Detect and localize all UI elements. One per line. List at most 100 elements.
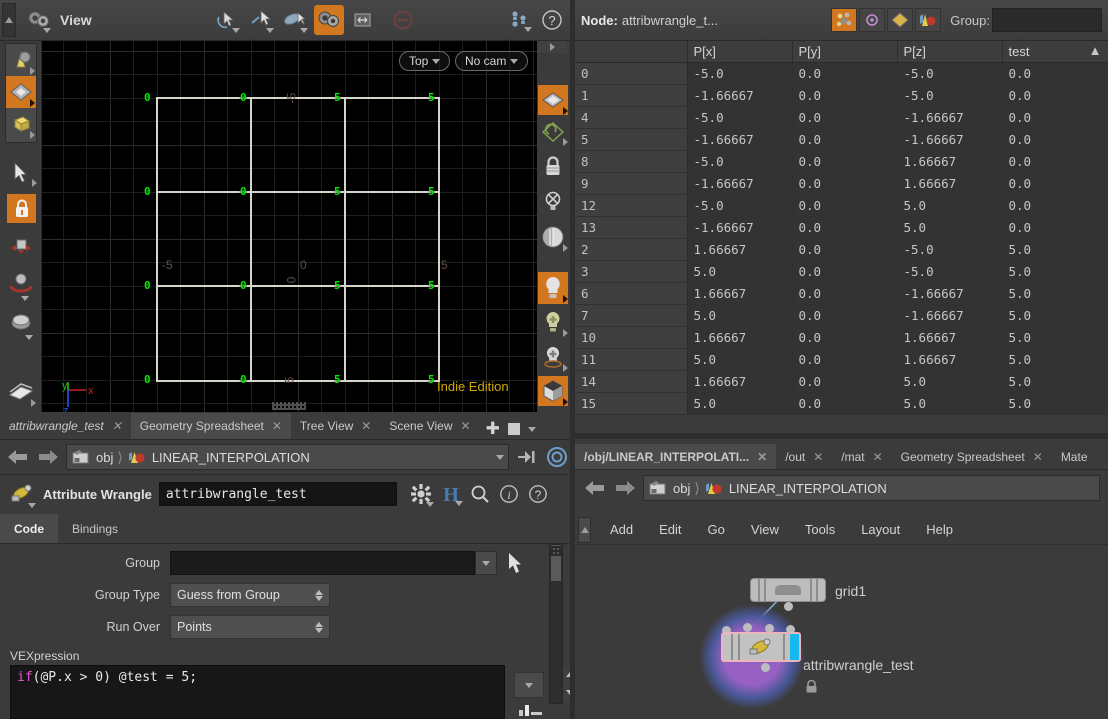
table-row[interactable]: 5 -1.66667 0.0 -1.66667 0.0 — [575, 128, 1108, 151]
facet-shaded-icon[interactable] — [6, 76, 36, 108]
geometry-spreadsheet[interactable]: P[x] P[y] P[z] test ▲ 0 -5.0 0.0 -5.0 0.0 1 -1.666… — [575, 41, 1108, 431]
network-tab-1[interactable]: /out ✕ — [776, 444, 833, 469]
close-icon[interactable]: ✕ — [112, 419, 122, 433]
light-dim-icon[interactable] — [538, 306, 568, 338]
table-cell[interactable]: 5.0 — [897, 370, 1003, 393]
shaded-display-icon[interactable] — [538, 85, 568, 115]
row-index-cell[interactable]: 13 — [575, 216, 688, 239]
tab-geometry-spreadsheet[interactable]: Geometry Spreadsheet ✕ — [130, 413, 291, 439]
table-cell[interactable]: 5.0 — [687, 392, 793, 415]
table-cell[interactable]: 0.0 — [792, 194, 898, 217]
table-cell[interactable]: 5.0 — [1002, 282, 1108, 305]
table-cell[interactable]: 5.0 — [897, 194, 1003, 217]
table-row[interactable]: 13 -1.66667 0.0 5.0 0.0 — [575, 216, 1108, 239]
table-row[interactable]: 0 -5.0 0.0 -5.0 0.0 — [575, 62, 1108, 85]
table-row[interactable]: 4 -5.0 0.0 -1.66667 0.0 — [575, 106, 1108, 129]
table-cell[interactable]: 0.0 — [1002, 216, 1108, 239]
viewport-gl-canvas[interactable]: -5 0 5 -5 0 5 0055005500550055 x y z Top — [42, 41, 537, 412]
table-cell[interactable]: -1.66667 — [687, 172, 793, 195]
table-cell[interactable]: -5.0 — [897, 260, 1003, 283]
table-cell[interactable]: 5.0 — [1002, 348, 1108, 371]
table-cell[interactable]: -1.66667 — [897, 128, 1003, 151]
row-index-cell[interactable]: 10 — [575, 326, 688, 349]
table-cell[interactable]: 0.0 — [792, 172, 898, 195]
display-options-icon[interactable] — [505, 6, 533, 34]
table-cell[interactable]: 0.0 — [792, 62, 898, 85]
paper-stack-icon[interactable] — [5, 376, 37, 408]
table-cell[interactable]: 0.0 — [792, 304, 898, 327]
network-tab-0[interactable]: /obj/LINEAR_INTERPOLATI... ✕ — [575, 444, 777, 469]
node-input-connector[interactable] — [743, 623, 752, 632]
table-cell[interactable]: 0.0 — [1002, 106, 1108, 129]
close-icon[interactable]: ✕ — [757, 450, 767, 464]
row-index-cell[interactable]: 15 — [575, 392, 688, 415]
table-cell[interactable]: -1.66667 — [687, 128, 793, 151]
table-cell[interactable]: -5.0 — [897, 238, 1003, 261]
vexpression-dropdown-button[interactable] — [514, 672, 544, 698]
table-cell[interactable]: -5.0 — [897, 84, 1003, 107]
tab-tree-view[interactable]: Tree View ✕ — [290, 413, 381, 439]
network-menu-view[interactable]: View — [738, 516, 792, 544]
table-cell[interactable]: 0.0 — [1002, 172, 1108, 195]
table-cell[interactable]: 5.0 — [1002, 370, 1108, 393]
lock-icon[interactable] — [538, 151, 568, 183]
points-mode-icon[interactable] — [831, 8, 858, 32]
horizontal-split-divider[interactable] — [575, 433, 1108, 439]
table-cell[interactable]: 0.0 — [792, 238, 898, 261]
row-index-cell[interactable]: 14 — [575, 370, 688, 393]
close-icon[interactable]: ✕ — [1033, 450, 1043, 464]
column-header-Px[interactable]: P[x] — [687, 41, 793, 63]
lock-icon[interactable] — [804, 679, 819, 694]
camera-orbit-icon[interactable] — [313, 5, 344, 35]
row-index-cell[interactable]: 4 — [575, 106, 688, 129]
table-row[interactable]: 6 1.66667 0.0 -1.66667 5.0 — [575, 282, 1108, 305]
table-row[interactable]: 11 5.0 0.0 1.66667 5.0 — [575, 348, 1108, 371]
table-cell[interactable]: 0.0 — [1002, 150, 1108, 173]
table-cell[interactable]: 0.0 — [1002, 194, 1108, 217]
table-cell[interactable]: 0.0 — [792, 216, 898, 239]
breadcrumb-linear-interpolation[interactable]: LINEAR_INTERPOLATION — [704, 480, 887, 497]
table-cell[interactable]: -1.66667 — [687, 216, 793, 239]
viewport-resize-handle[interactable] — [272, 402, 306, 410]
table-cell[interactable]: -5.0 — [897, 62, 1003, 85]
toolbar-scroll-up-icon[interactable] — [537, 41, 567, 53]
network-path-field[interactable]: obj ⟩ LINEAR_INTERPOLATION — [643, 475, 1100, 501]
rotate-handle-icon[interactable] — [5, 264, 37, 302]
forward-arrow-icon[interactable] — [36, 445, 60, 469]
headlight-on-icon[interactable] — [538, 272, 568, 304]
table-cell[interactable]: 0.0 — [792, 84, 898, 107]
table-row[interactable]: 10 1.66667 0.0 1.66667 5.0 — [575, 326, 1108, 349]
row-index-cell[interactable]: 11 — [575, 348, 688, 371]
houdini-h-icon[interactable]: H — [441, 483, 463, 506]
table-row[interactable]: 12 -5.0 0.0 5.0 0.0 — [575, 194, 1108, 217]
help-icon[interactable]: ? — [539, 7, 565, 33]
tab-attribwrangle-test[interactable]: attribwrangle_test ✕ — [0, 413, 131, 439]
table-cell[interactable]: -5.0 — [687, 150, 793, 173]
view-camera-icon[interactable] — [24, 5, 54, 35]
table-cell[interactable]: -1.66667 — [897, 106, 1003, 129]
chevron-down-icon[interactable] — [496, 454, 504, 460]
material-sphere-icon[interactable] — [538, 221, 568, 253]
network-menu-layout[interactable]: Layout — [848, 516, 913, 544]
close-icon[interactable]: ✕ — [813, 450, 823, 464]
node-grid1[interactable] — [750, 578, 826, 602]
table-cell[interactable]: 1.66667 — [897, 348, 1003, 371]
row-index-cell[interactable]: 1 — [575, 84, 688, 107]
table-cell[interactable]: 5.0 — [687, 348, 793, 371]
table-cell[interactable]: 1.66667 — [687, 282, 793, 305]
row-index-cell[interactable]: 9 — [575, 172, 688, 195]
light-specular-icon[interactable] — [538, 341, 568, 373]
info-icon[interactable]: i — [499, 484, 519, 504]
table-cell[interactable]: 0.0 — [792, 370, 898, 393]
network-menu-edit[interactable]: Edit — [646, 516, 694, 544]
network-menu-tools[interactable]: Tools — [792, 516, 848, 544]
gear-icon[interactable] — [410, 483, 434, 507]
table-cell[interactable]: 1.66667 — [687, 238, 793, 261]
table-cell[interactable]: -5.0 — [687, 106, 793, 129]
close-icon[interactable]: ✕ — [272, 419, 282, 433]
row-index-cell[interactable]: 3 — [575, 260, 688, 283]
table-cell[interactable]: 0.0 — [1002, 128, 1108, 151]
table-row[interactable]: 8 -5.0 0.0 1.66667 0.0 — [575, 150, 1108, 173]
table-cell[interactable]: -1.66667 — [897, 304, 1003, 327]
column-header-Py[interactable]: P[y] — [792, 41, 898, 63]
